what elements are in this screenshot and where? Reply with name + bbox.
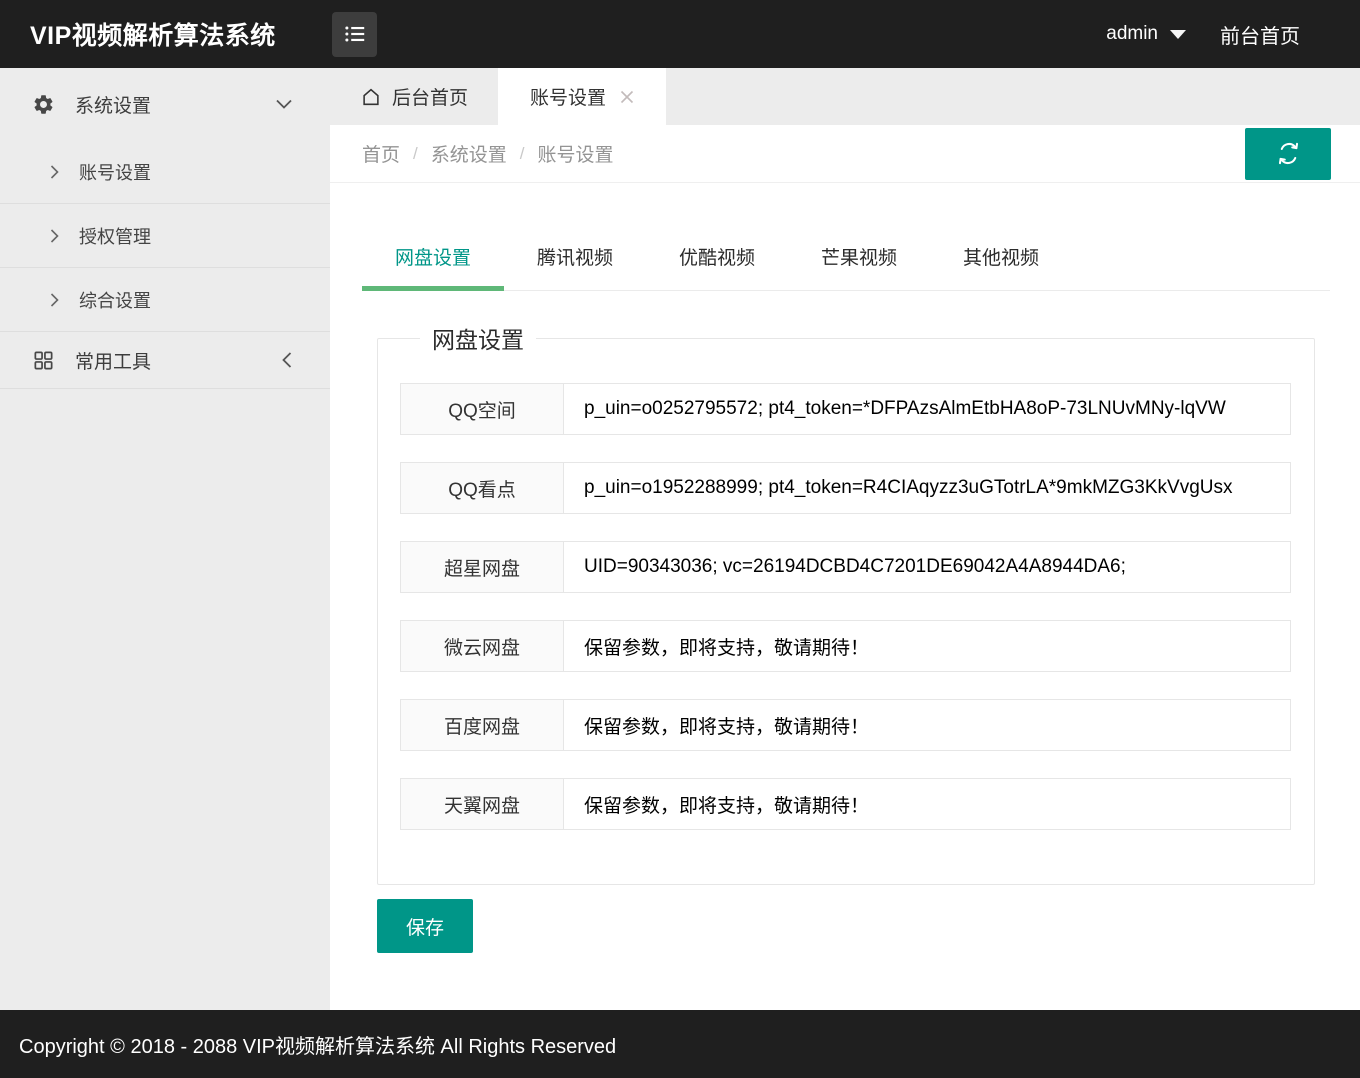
field-value	[564, 542, 1290, 592]
app-title: VIP视频解析算法系统	[0, 16, 330, 52]
main-layout: 系统设置 账号设置 授权管理	[0, 68, 1360, 1010]
field-label: 天翼网盘	[401, 779, 564, 829]
field-value	[564, 384, 1290, 434]
sidebar-subitem[interactable]: 综合设置	[0, 268, 330, 332]
field-input[interactable]	[564, 779, 1290, 829]
field-value	[564, 463, 1290, 513]
form-row: 微云网盘	[400, 620, 1291, 672]
form-row: QQ看点	[400, 462, 1291, 514]
grid-icon	[32, 349, 55, 372]
frontend-home-link[interactable]: 前台首页	[1220, 20, 1300, 49]
content-tab[interactable]: 网盘设置	[362, 230, 504, 290]
field-label: QQ空间	[401, 384, 564, 434]
sidebar-subitem[interactable]: 授权管理	[0, 204, 330, 268]
field-value	[564, 621, 1290, 671]
tab-backend-home[interactable]: 后台首页	[330, 68, 500, 125]
gear-icon	[32, 93, 55, 116]
form-rows: QQ空间 QQ看点	[400, 383, 1314, 830]
field-label: 百度网盘	[401, 700, 564, 750]
chevron-left-icon	[282, 352, 292, 368]
form-row: 天翼网盘	[400, 778, 1291, 830]
tab-label: 后台首页	[392, 83, 468, 110]
user-dropdown[interactable]: admin	[1106, 23, 1186, 45]
tab-account-settings[interactable]: 账号设置	[500, 68, 666, 125]
footer: Copyright © 2018 - 2088 VIP视频解析算法系统 All …	[0, 1010, 1360, 1078]
copyright-text: Copyright © 2018 - 2088 VIP视频解析算法系统 All …	[19, 1030, 616, 1059]
breadcrumb-current: 账号设置	[538, 140, 614, 167]
content-tab[interactable]: 其他视频	[930, 230, 1072, 290]
field-input[interactable]	[564, 700, 1290, 750]
field-label: QQ看点	[401, 463, 564, 513]
sidebar-subitem-label: 授权管理	[79, 223, 151, 249]
sidebar-group-label: 常用工具	[75, 347, 151, 374]
refresh-icon	[1275, 140, 1302, 167]
field-input[interactable]	[564, 542, 1290, 592]
netdisk-settings-panel: 网盘设置 QQ空间 QQ看点	[377, 321, 1315, 885]
tab-label: 账号设置	[530, 83, 606, 110]
field-input[interactable]	[564, 463, 1290, 513]
sidebar-group-label: 系统设置	[75, 91, 151, 118]
panel-legend: 网盘设置	[420, 321, 536, 355]
breadcrumb-bar: 首页 / 系统设置 / 账号设置	[330, 125, 1360, 183]
field-value	[564, 779, 1290, 829]
refresh-button[interactable]	[1245, 128, 1331, 180]
form-row: QQ空间	[400, 383, 1291, 435]
save-button[interactable]: 保存	[377, 899, 473, 953]
chevron-right-icon	[50, 165, 59, 179]
sidebar: 系统设置 账号设置 授权管理	[0, 68, 330, 1010]
breadcrumb-separator: /	[413, 144, 418, 164]
field-value	[564, 700, 1290, 750]
caret-down-icon	[1170, 30, 1186, 39]
topbar-right: admin 前台首页	[1106, 20, 1300, 49]
sidebar-subitem[interactable]: 账号设置	[0, 140, 330, 204]
field-label: 微云网盘	[401, 621, 564, 671]
sidebar-submenu: 账号设置 授权管理 综合设置	[0, 140, 330, 332]
breadcrumb-home[interactable]: 首页	[362, 140, 400, 167]
content-tab[interactable]: 芒果视频	[788, 230, 930, 290]
sidebar-group-common-tools[interactable]: 常用工具	[0, 332, 330, 389]
home-icon	[360, 86, 382, 108]
sidebar-subitem-label: 账号设置	[79, 159, 151, 185]
breadcrumb-separator: /	[520, 144, 525, 164]
page-content: 网盘设置 腾讯视频 优酷视频 芒果视频 其他视频 网盘设置 QQ空间	[330, 183, 1360, 1010]
sidebar-subitem-label: 综合设置	[79, 287, 151, 313]
field-input[interactable]	[564, 384, 1290, 434]
chevron-down-icon	[276, 99, 292, 109]
form-row: 超星网盘	[400, 541, 1291, 593]
field-input[interactable]	[564, 621, 1290, 671]
close-icon[interactable]	[618, 88, 636, 106]
topbar: VIP视频解析算法系统 admin 前台首页	[0, 0, 1360, 68]
sidebar-toggle-button[interactable]	[332, 12, 377, 57]
field-label: 超星网盘	[401, 542, 564, 592]
username: admin	[1106, 23, 1158, 45]
chevron-right-icon	[50, 229, 59, 243]
sidebar-group-system-settings[interactable]: 系统设置	[0, 68, 330, 140]
chevron-right-icon	[50, 293, 59, 307]
window-tabstrip: 后台首页 账号设置	[330, 68, 1360, 125]
form-row: 百度网盘	[400, 699, 1291, 751]
content-tab[interactable]: 腾讯视频	[504, 230, 646, 290]
list-icon	[342, 21, 368, 47]
breadcrumb-system-settings[interactable]: 系统设置	[431, 140, 507, 167]
content-tab[interactable]: 优酷视频	[646, 230, 788, 290]
content-tabnav: 网盘设置 腾讯视频 优酷视频 芒果视频 其他视频	[362, 230, 1330, 291]
main-area: 后台首页 账号设置 首页 / 系统设置 / 账号设置	[330, 68, 1360, 1010]
